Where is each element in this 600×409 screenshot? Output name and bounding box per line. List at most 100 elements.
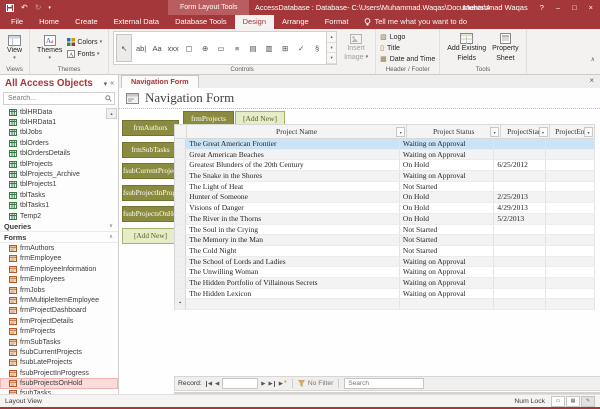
close-document-icon[interactable]: × xyxy=(589,76,594,85)
no-filter-label[interactable]: No Filter xyxy=(308,380,334,387)
record-selector[interactable] xyxy=(175,235,186,245)
table-row[interactable]: The Cold Night Not Started xyxy=(175,246,595,257)
gallery-scroll-up-icon[interactable]: ▴ xyxy=(327,32,336,43)
navigation-button[interactable]: fsubProjectsOnHold xyxy=(122,206,179,222)
cell-project-status[interactable]: On Hold xyxy=(400,203,495,213)
colors-button[interactable]: Colors ▾ xyxy=(65,37,104,47)
sidebar-item-form[interactable]: frmProjects xyxy=(0,326,118,336)
fonts-button[interactable]: A Fonts ▾ xyxy=(65,49,104,59)
sidebar-item-form[interactable]: fsubCurrentProjects xyxy=(0,347,118,357)
table-row[interactable]: The Light of Heat Not Started xyxy=(175,182,595,193)
sidebar-section-queries[interactable]: Queries ∨ xyxy=(0,221,118,232)
cell-project-name[interactable]: The Cold Night xyxy=(186,246,400,256)
collapse-ribbon-icon[interactable]: ∧ xyxy=(591,56,595,63)
sidebar-item-form[interactable]: fsubProjectsOnHold xyxy=(0,378,118,388)
logo-button[interactable]: ▧ Logo xyxy=(380,33,435,41)
layout-view-button[interactable]: ✎ xyxy=(581,396,595,407)
cell-project-status[interactable] xyxy=(400,299,495,309)
ribbon-tab[interactable]: Arrange xyxy=(274,15,317,29)
cell-project-name[interactable]: Greatest Blunders of the 20th Century xyxy=(186,160,400,170)
cell-project-start[interactable] xyxy=(494,257,546,267)
record-selector-header[interactable] xyxy=(175,125,187,138)
cell-project-start[interactable] xyxy=(494,182,546,192)
first-record-button[interactable]: ◀ xyxy=(205,381,212,387)
sidebar-item-form[interactable]: frmEmployeeInformation xyxy=(0,264,118,274)
cell-project-start[interactable] xyxy=(494,225,546,235)
title-button[interactable]: ▯ Title xyxy=(380,44,435,52)
record-selector[interactable] xyxy=(175,278,186,288)
cell-project-end[interactable] xyxy=(546,203,595,213)
sidebar-item-table[interactable]: tblOrdersDetails xyxy=(0,149,118,159)
add-existing-fields-button[interactable]: Add Existing Fields xyxy=(444,33,489,62)
table-row[interactable]: Greatest Blunders of the 20th Century On… xyxy=(175,160,595,171)
column-header-project-end[interactable]: ProjectEnd ▾ xyxy=(550,125,595,138)
new-record-row[interactable]: ▪ xyxy=(175,299,595,310)
view-button[interactable]: View ▾ xyxy=(4,35,25,62)
cell-project-end[interactable] xyxy=(546,257,595,267)
record-selector[interactable] xyxy=(175,225,186,235)
ribbon-tab[interactable]: Home xyxy=(31,15,67,29)
table-row[interactable]: The Soul in the Crying Not Started xyxy=(175,225,595,236)
last-record-button[interactable]: ▶ xyxy=(269,381,276,387)
save-icon[interactable] xyxy=(6,4,14,12)
ribbon-tab[interactable]: Format xyxy=(317,15,357,29)
cell-project-end[interactable] xyxy=(546,139,595,149)
ribbon-tab[interactable]: Create xyxy=(67,15,106,29)
attachment-control-icon[interactable]: § xyxy=(310,35,324,61)
table-row[interactable]: Great American Beaches Waiting on Approv… xyxy=(175,150,595,161)
cell-project-status[interactable]: Not Started xyxy=(400,225,495,235)
sidebar-item-table[interactable]: tblProjects1 xyxy=(0,180,118,190)
cell-project-name[interactable] xyxy=(186,299,400,309)
cell-project-status[interactable]: Waiting on Approval xyxy=(400,150,495,160)
cell-project-status[interactable]: Waiting on Approval xyxy=(400,139,495,149)
table-row[interactable]: Hunter of Someone On Hold 2/25/2013 xyxy=(175,192,595,203)
insert-image-button[interactable]: Insert Image▾ xyxy=(341,34,371,62)
signed-in-user[interactable]: Muhammad Waqas xyxy=(463,3,528,12)
cell-project-start[interactable]: 5/2/2013 xyxy=(494,214,546,224)
cell-project-name[interactable]: The Light of Heat xyxy=(186,182,400,192)
combo-box-control-icon[interactable]: ▤ xyxy=(246,35,260,61)
previous-record-button[interactable]: ◀ xyxy=(215,381,219,387)
button-control-icon[interactable]: xxx xyxy=(166,35,180,61)
cell-project-status[interactable]: Waiting on Approval xyxy=(400,289,495,299)
check-box-control-icon[interactable]: ✓ xyxy=(294,35,308,61)
cell-project-status[interactable]: Waiting on Approval xyxy=(400,257,495,267)
gallery-more-icon[interactable]: ▾ xyxy=(327,53,336,64)
label-control-icon[interactable]: Aa xyxy=(150,35,164,61)
ribbon-tab[interactable]: Design xyxy=(235,15,274,29)
form-view-button[interactable]: ▭ xyxy=(551,396,565,407)
navigation-button[interactable]: frmSubTasks xyxy=(122,142,179,158)
sidebar-item-form[interactable]: frmProjectDashboard xyxy=(0,306,118,316)
sidebar-item-form[interactable]: frmEmployee xyxy=(0,254,118,264)
cell-project-name[interactable]: The School of Lords and Ladies xyxy=(186,257,400,267)
table-row[interactable]: The Hidden Portfolio of Villainous Secre… xyxy=(175,278,595,289)
search-input[interactable] xyxy=(6,95,105,102)
cell-project-end[interactable] xyxy=(546,214,595,224)
column-header-project-status[interactable]: Project Status ▾ xyxy=(407,125,501,138)
web-browser-control-icon[interactable]: ▭ xyxy=(214,35,228,61)
cell-project-name[interactable]: The Great American Frontier xyxy=(186,139,400,149)
sidebar-item-form[interactable]: frmEmployees xyxy=(0,274,118,284)
column-dropdown-icon[interactable]: ▾ xyxy=(584,127,593,137)
cell-project-end[interactable] xyxy=(546,267,595,277)
cell-project-end[interactable] xyxy=(546,192,595,202)
table-row[interactable]: The Unwilling Woman Waiting on Approval xyxy=(175,267,595,278)
table-row[interactable]: The Snake in the Shores Waiting on Appro… xyxy=(175,171,595,182)
sidebar-item-table[interactable]: tblTasks xyxy=(0,190,118,200)
cell-project-end[interactable] xyxy=(546,171,595,181)
sidebar-item-table[interactable]: tblJobs xyxy=(0,128,118,138)
record-selector[interactable] xyxy=(175,182,186,192)
cell-project-end[interactable] xyxy=(546,150,595,160)
cell-project-end[interactable] xyxy=(546,182,595,192)
cell-project-start[interactable]: 4/29/2013 xyxy=(494,203,546,213)
help-button[interactable]: ? xyxy=(540,3,544,12)
record-selector[interactable] xyxy=(175,139,186,149)
record-selector[interactable] xyxy=(175,160,186,170)
sidebar-item-table[interactable]: tblOrders xyxy=(0,138,118,148)
shutter-bar-close-icon[interactable]: « xyxy=(110,80,114,87)
cell-project-name[interactable]: The Hidden Lexicon xyxy=(186,289,400,299)
cell-project-status[interactable]: Waiting on Approval xyxy=(400,267,495,277)
ribbon-tab[interactable]: External Data xyxy=(106,15,167,29)
minimize-button[interactable]: – xyxy=(556,3,560,12)
navigation-button[interactable]: frmAuthors xyxy=(122,120,179,136)
